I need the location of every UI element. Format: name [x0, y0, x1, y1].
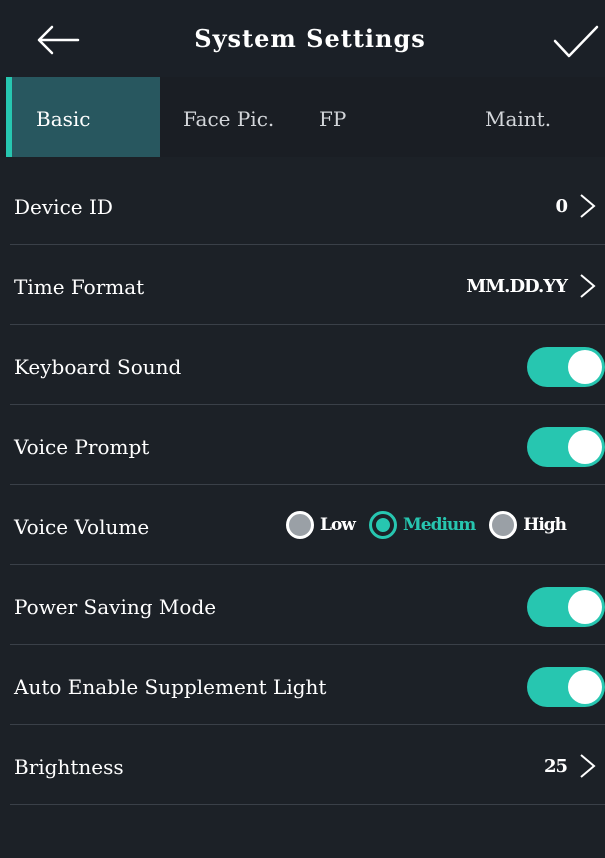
brightness-row[interactable]: Brightness 25 — [10, 725, 605, 805]
tab-maint[interactable]: Maint. — [485, 77, 551, 157]
voice-volume-radio-group: Low Medium High — [286, 485, 567, 565]
voice-volume-row: Voice Volume Low Medium High — [10, 485, 605, 565]
time-format-label: Time Format — [14, 275, 145, 299]
power-saving-toggle[interactable] — [527, 587, 605, 627]
device-id-label: Device ID — [14, 195, 113, 219]
device-id-row[interactable]: Device ID 0 — [10, 165, 605, 245]
voice-prompt-toggle[interactable] — [527, 427, 605, 467]
radio-selected-icon — [368, 511, 397, 539]
voice-prompt-label: Voice Prompt — [14, 435, 150, 459]
keyboard-sound-row: Keyboard Sound — [10, 325, 605, 405]
keyboard-sound-label: Keyboard Sound — [14, 355, 182, 379]
chevron-right-icon — [580, 274, 596, 298]
toggle-knob — [568, 590, 602, 624]
tab-fp[interactable]: FP — [319, 77, 346, 157]
toggle-knob — [568, 350, 602, 384]
brightness-label: Brightness — [14, 755, 124, 779]
chevron-right-icon — [580, 194, 596, 218]
tab-bar: Basic Face Pic. FP Maint. — [0, 77, 605, 157]
toggle-knob — [568, 670, 602, 704]
supplement-light-row: Auto Enable Supplement Light — [10, 645, 605, 725]
confirm-button[interactable] — [550, 20, 602, 64]
radio-unselected-icon — [489, 511, 518, 539]
power-saving-row: Power Saving Mode — [10, 565, 605, 645]
volume-low-option[interactable]: Low — [286, 511, 356, 539]
volume-medium-label: Medium — [402, 515, 476, 535]
time-format-value: MM.DD.YY — [466, 276, 568, 297]
checkmark-icon — [553, 25, 599, 58]
keyboard-sound-toggle[interactable] — [527, 347, 605, 387]
page-title: System Settings — [194, 24, 426, 53]
time-format-row[interactable]: Time Format MM.DD.YY — [10, 245, 605, 325]
tab-face-pic[interactable]: Face Pic. — [183, 77, 274, 157]
voice-volume-label: Voice Volume — [14, 515, 150, 539]
volume-low-label: Low — [320, 515, 356, 535]
volume-high-option[interactable]: High — [489, 511, 567, 539]
chevron-right-icon — [580, 754, 596, 778]
supplement-light-label: Auto Enable Supplement Light — [14, 675, 327, 699]
header-bar: System Settings — [0, 0, 605, 77]
volume-medium-option[interactable]: Medium — [368, 511, 476, 539]
voice-prompt-row: Voice Prompt — [10, 405, 605, 485]
brightness-value: 25 — [543, 756, 568, 777]
supplement-light-toggle[interactable] — [527, 667, 605, 707]
device-id-value: 0 — [555, 196, 567, 217]
settings-list: Device ID 0 Time Format MM.DD.YY Keyboar… — [0, 165, 605, 805]
power-saving-label: Power Saving Mode — [14, 595, 217, 619]
radio-unselected-icon — [286, 511, 314, 539]
toggle-knob — [568, 430, 602, 464]
volume-high-label: High — [523, 515, 567, 535]
tab-basic[interactable]: Basic — [6, 77, 160, 157]
